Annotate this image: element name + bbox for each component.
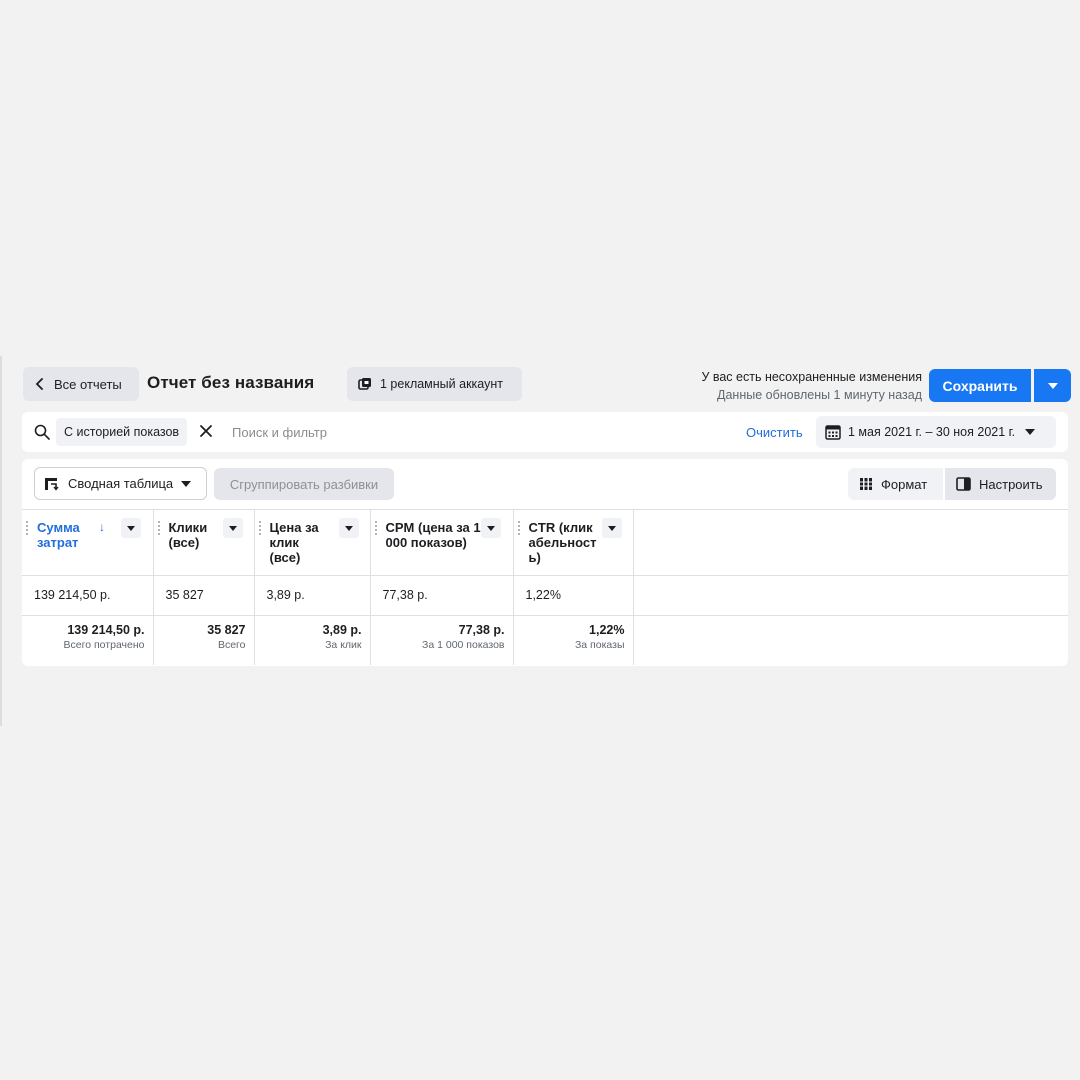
column-menu-button[interactable]: [601, 518, 622, 538]
close-icon[interactable]: [199, 424, 213, 438]
all-reports-button[interactable]: Все отчеты: [23, 367, 139, 401]
total-cpc: 3,89 р. За клик: [254, 615, 371, 665]
chevron-down-icon: [127, 525, 135, 531]
group-breakdowns-button[interactable]: Сгруппировать разбивки: [214, 468, 394, 500]
column-header-label: Сумма затрат: [37, 520, 80, 550]
customize-button[interactable]: Настроить: [945, 468, 1056, 500]
drag-handle-icon[interactable]: [157, 521, 160, 535]
column-menu-button[interactable]: [480, 518, 501, 538]
chevron-down-icon: [181, 480, 192, 487]
total-clicks: 35 827 Всего: [153, 615, 255, 665]
filter-chip-impressions[interactable]: С историей показов: [56, 418, 188, 446]
report-header: Все отчеты Отчет без названия 1 рекламны…: [0, 364, 1080, 406]
total-ctr: 1,22% За показы: [513, 615, 634, 665]
total-cpm: 77,38 р. За 1 000 показов: [370, 615, 514, 665]
search-icon: [34, 424, 50, 440]
total-label: За показы: [574, 639, 625, 651]
column-header-spend[interactable]: Сумма затрат ↓: [22, 509, 154, 576]
drag-handle-icon[interactable]: [374, 521, 377, 535]
column-header-label: Цена за клик (все): [269, 520, 319, 565]
cell-cpm: 77,38 р.: [370, 575, 514, 616]
format-label: Формат: [881, 476, 928, 492]
total-label: Всего: [217, 639, 246, 651]
row-filler: [633, 575, 1068, 616]
total-label: За 1 000 показов: [422, 639, 505, 651]
format-button[interactable]: Формат: [848, 468, 943, 500]
pivot-table-dropdown[interactable]: Сводная таблица: [34, 467, 207, 500]
header-filler: [633, 509, 1068, 576]
filter-bar: С историей показов Очистить 1 мая 2021 г…: [22, 412, 1068, 452]
left-edge-divider: [0, 356, 2, 726]
report-table-card: Сводная таблица Сгруппировать разбивки Ф…: [22, 459, 1068, 666]
column-menu-button[interactable]: [338, 518, 359, 538]
chevron-down-icon: [1025, 429, 1036, 435]
table-row[interactable]: 139 214,50 р. 35 827 3,89 р. 77,38 р. 1,…: [22, 575, 1068, 616]
save-button[interactable]: Сохранить: [929, 369, 1031, 402]
cell-spend: 139 214,50 р.: [22, 575, 154, 616]
date-range-picker[interactable]: 1 мая 2021 г. – 30 ноя 2021 г.: [816, 416, 1056, 448]
clear-filters-link[interactable]: Очистить: [746, 425, 803, 440]
cell-ctr: 1,22%: [513, 575, 634, 616]
unsaved-changes-text: У вас есть несохраненные изменения: [701, 370, 922, 384]
save-options-dropdown[interactable]: [1034, 369, 1071, 402]
drag-handle-icon[interactable]: [26, 521, 28, 535]
pivot-table-icon: [45, 477, 59, 491]
filter-chip-label: С историей показов: [64, 425, 180, 439]
drag-handle-icon[interactable]: [517, 521, 520, 535]
ad-account-button[interactable]: 1 рекламный аккаунт: [347, 367, 522, 401]
report-title[interactable]: Отчет без названия: [147, 373, 314, 393]
cell-clicks: 35 827: [153, 575, 255, 616]
total-label: За клик: [325, 639, 362, 651]
total-value: 3,89 р.: [322, 623, 362, 637]
totals-row: 139 214,50 р. Всего потрачено 35 827 Все…: [22, 615, 1068, 665]
column-header-cpm[interactable]: CPM (цена за 1 000 показов): [370, 509, 514, 576]
chevron-down-icon: [1047, 382, 1058, 389]
total-value: 1,22%: [589, 623, 625, 637]
calendar-icon: [825, 425, 841, 440]
ad-account-label: 1 рекламный аккаунт: [380, 377, 503, 391]
total-label: Всего потрачено: [63, 639, 145, 651]
drag-handle-icon[interactable]: [258, 521, 261, 535]
totals-filler: [633, 616, 1068, 665]
chevron-left-icon: [35, 378, 43, 390]
column-menu-button[interactable]: [222, 518, 243, 538]
date-range-label: 1 мая 2021 г. – 30 ноя 2021 г.: [848, 425, 1016, 439]
column-header-ctr[interactable]: CTR (кликабельность): [513, 509, 634, 576]
sort-down-icon[interactable]: ↓: [99, 520, 105, 535]
total-spend: 139 214,50 р. Всего потрачено: [22, 615, 154, 665]
total-value: 77,38 р.: [458, 623, 505, 637]
accounts-icon: [358, 378, 371, 390]
column-header-label: CPM (цена за 1 000 показов): [385, 520, 481, 550]
chevron-down-icon: [228, 525, 237, 531]
search-filter-input[interactable]: [232, 422, 532, 442]
column-header-cpc[interactable]: Цена за клик (все): [254, 509, 371, 576]
format-icon: [860, 478, 872, 490]
column-header-label: CTR (кликабельность): [528, 520, 597, 565]
column-menu-button[interactable]: [121, 518, 141, 538]
chevron-down-icon: [607, 525, 616, 531]
total-value: 35 827: [207, 623, 246, 637]
pivot-table-label: Сводная таблица: [68, 476, 174, 491]
data-updated-text: Данные обновлены 1 минуту назад: [717, 388, 922, 402]
customize-icon: [956, 477, 971, 491]
chevron-down-icon: [486, 525, 495, 531]
cell-cpc: 3,89 р.: [254, 575, 371, 616]
column-header-label: Клики (все): [168, 520, 208, 550]
total-value: 139 214,50 р.: [67, 623, 145, 637]
chevron-down-icon: [344, 525, 353, 531]
customize-label: Настроить: [979, 476, 1043, 492]
report-table: Сумма затрат ↓ Клики (все) Цена за клик …: [22, 509, 1068, 665]
save-status: У вас есть несохраненные изменения Данны…: [701, 368, 922, 404]
table-header-row: Сумма затрат ↓ Клики (все) Цена за клик …: [22, 509, 1068, 576]
all-reports-label: Все отчеты: [54, 376, 122, 392]
column-header-clicks[interactable]: Клики (все): [153, 509, 255, 576]
